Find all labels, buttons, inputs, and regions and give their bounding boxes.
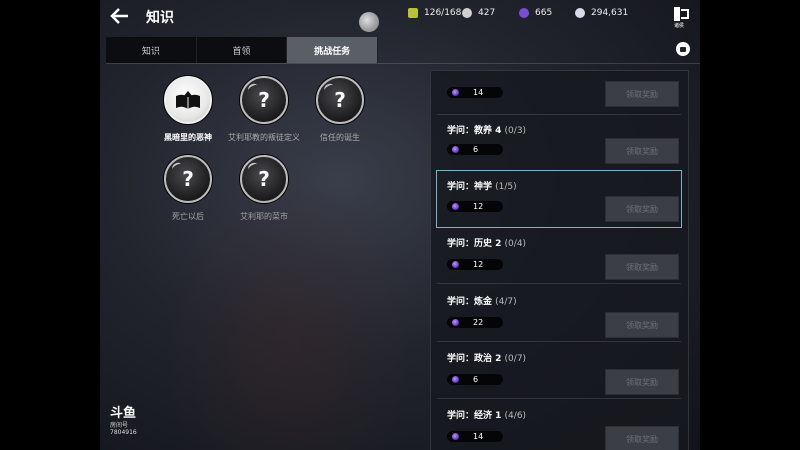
task-row: 学问：教养 4 (0/3) 6 领取奖励 xyxy=(437,115,681,171)
tab-bar: 知识 首领 挑战任务 xyxy=(106,37,379,63)
claim-reward-button[interactable]: 领取奖励 xyxy=(605,81,679,107)
tab-knowledge[interactable]: 知识 xyxy=(106,37,197,63)
logo-caption: 诸侯 xyxy=(674,23,685,29)
watermark-id: 7804916 xyxy=(110,429,137,436)
task-title: 学问：炼金 (4/7) xyxy=(447,297,517,307)
task-row: 学问：神学 (1/5) 12 领取奖励 xyxy=(436,170,682,228)
purple-gem-icon xyxy=(452,146,459,153)
crystal-coin-icon xyxy=(575,8,585,18)
game-screen: 知识 126/168 427 665 294,631 诸侯 知识 首领 挑战任务… xyxy=(100,0,700,450)
knowledge-label: 艾利耶的菜市 xyxy=(240,212,288,221)
knowledge-node: ? xyxy=(164,155,212,203)
claim-reward-button[interactable]: 领取奖励 xyxy=(605,254,679,280)
knowledge-label: 黑暗里的恶神 xyxy=(164,133,212,142)
page-title: 知识 xyxy=(146,10,174,26)
task-title: 学问：政治 2 (0/7) xyxy=(447,354,527,364)
knowledge-node xyxy=(164,76,212,124)
resource-gem: 665 xyxy=(515,5,561,21)
task-title: 学问：经济 1 (4/6) xyxy=(447,411,527,421)
question-mark-icon: ? xyxy=(258,167,270,191)
claim-reward-button[interactable]: 领取奖励 xyxy=(605,426,679,450)
question-mark-icon: ? xyxy=(334,88,346,112)
profile-logo-icon[interactable]: 诸侯 xyxy=(672,5,690,29)
task-row: 14 领取奖励 xyxy=(437,71,681,115)
reward-pill: 14 xyxy=(447,431,503,442)
reward-pill: 12 xyxy=(447,201,503,212)
back-arrow-icon[interactable] xyxy=(108,4,132,28)
knowledge-item[interactable]: 黑暗里的恶神 xyxy=(148,76,228,143)
task-row: 学问：炼金 (4/7) 22 领取奖励 xyxy=(437,286,681,342)
task-row: 学问：历史 2 (0/4) 12 领取奖励 xyxy=(437,228,681,284)
reward-pill: 6 xyxy=(447,374,503,385)
knowledge-label: 艾利耶教的叛徒定义 xyxy=(228,133,300,142)
knowledge-node: ? xyxy=(240,76,288,124)
task-row: 学问：经济 1 (4/6) 14 领取奖励 xyxy=(437,400,681,450)
question-mark-icon: ? xyxy=(258,88,270,112)
reward-pill: 6 xyxy=(447,144,503,155)
resource-value: 665 xyxy=(535,8,553,18)
chat-icon[interactable] xyxy=(676,42,690,56)
knowledge-item[interactable]: ? 信任的诞生 xyxy=(300,76,380,143)
resource-crystal: 294,631 xyxy=(571,5,637,21)
douyu-watermark: 斗鱼 房间号 7804916 xyxy=(110,407,140,436)
resource-silver: 427 xyxy=(458,5,504,21)
reward-value: 14 xyxy=(473,432,484,441)
resource-value: 427 xyxy=(478,8,496,18)
purple-gem-icon xyxy=(452,89,459,96)
floating-orb-icon[interactable] xyxy=(359,12,379,32)
task-title: 学问：神学 (1/5) xyxy=(447,182,517,192)
reward-value: 6 xyxy=(473,375,479,384)
open-book-icon xyxy=(176,91,200,109)
claim-reward-button[interactable]: 领取奖励 xyxy=(605,196,679,222)
reward-value: 6 xyxy=(473,145,479,154)
reward-pill: 12 xyxy=(447,259,503,270)
watermark-room: 房间号 xyxy=(110,422,129,429)
purple-gem-icon xyxy=(519,8,529,18)
knowledge-node: ? xyxy=(316,76,364,124)
tab-challenge-tasks[interactable]: 挑战任务 xyxy=(287,37,379,63)
claim-reward-button[interactable]: 领取奖励 xyxy=(605,138,679,164)
task-list-panel[interactable]: 14 领取奖励 学问：教养 4 (0/3) 6 领取奖励 学问：神学 (1/5)… xyxy=(430,70,689,450)
knowledge-item[interactable]: ? 艾利耶教的叛徒定义 xyxy=(224,76,304,143)
purple-gem-icon xyxy=(452,261,459,268)
tab-leaders[interactable]: 首领 xyxy=(197,37,288,63)
claim-reward-button[interactable]: 领取奖励 xyxy=(605,369,679,395)
resource-value: 126/168 xyxy=(424,8,462,18)
knowledge-label: 信任的诞生 xyxy=(320,133,360,142)
reward-pill: 22 xyxy=(447,317,503,328)
divider xyxy=(106,63,700,64)
reward-value: 12 xyxy=(473,260,484,269)
knowledge-node: ? xyxy=(240,155,288,203)
purple-gem-icon xyxy=(452,203,459,210)
question-mark-icon: ? xyxy=(182,167,194,191)
resource-value: 294,631 xyxy=(591,8,629,18)
task-row: 学问：政治 2 (0/7) 6 领取奖励 xyxy=(437,343,681,399)
resource-supply: 126/168 xyxy=(404,5,470,21)
task-title: 学问：教养 4 (0/3) xyxy=(447,126,527,136)
purple-gem-icon xyxy=(452,376,459,383)
knowledge-item[interactable]: ? 死亡以后 xyxy=(148,155,228,222)
reward-value: 12 xyxy=(473,202,484,211)
reward-value: 22 xyxy=(473,318,484,327)
top-bar: 知识 126/168 427 665 294,631 诸侯 xyxy=(100,0,700,32)
silver-coin-icon xyxy=(462,8,472,18)
purple-gem-icon xyxy=(452,433,459,440)
knowledge-item[interactable]: ? 艾利耶的菜市 xyxy=(224,155,304,222)
knowledge-label: 死亡以后 xyxy=(172,212,204,221)
supply-icon xyxy=(408,8,418,18)
claim-reward-button[interactable]: 领取奖励 xyxy=(605,312,679,338)
reward-pill: 14 xyxy=(447,87,503,98)
purple-gem-icon xyxy=(452,319,459,326)
watermark-logo: 斗鱼 xyxy=(110,406,137,421)
reward-value: 14 xyxy=(473,88,484,97)
task-title: 学问：历史 2 (0/4) xyxy=(447,239,527,249)
